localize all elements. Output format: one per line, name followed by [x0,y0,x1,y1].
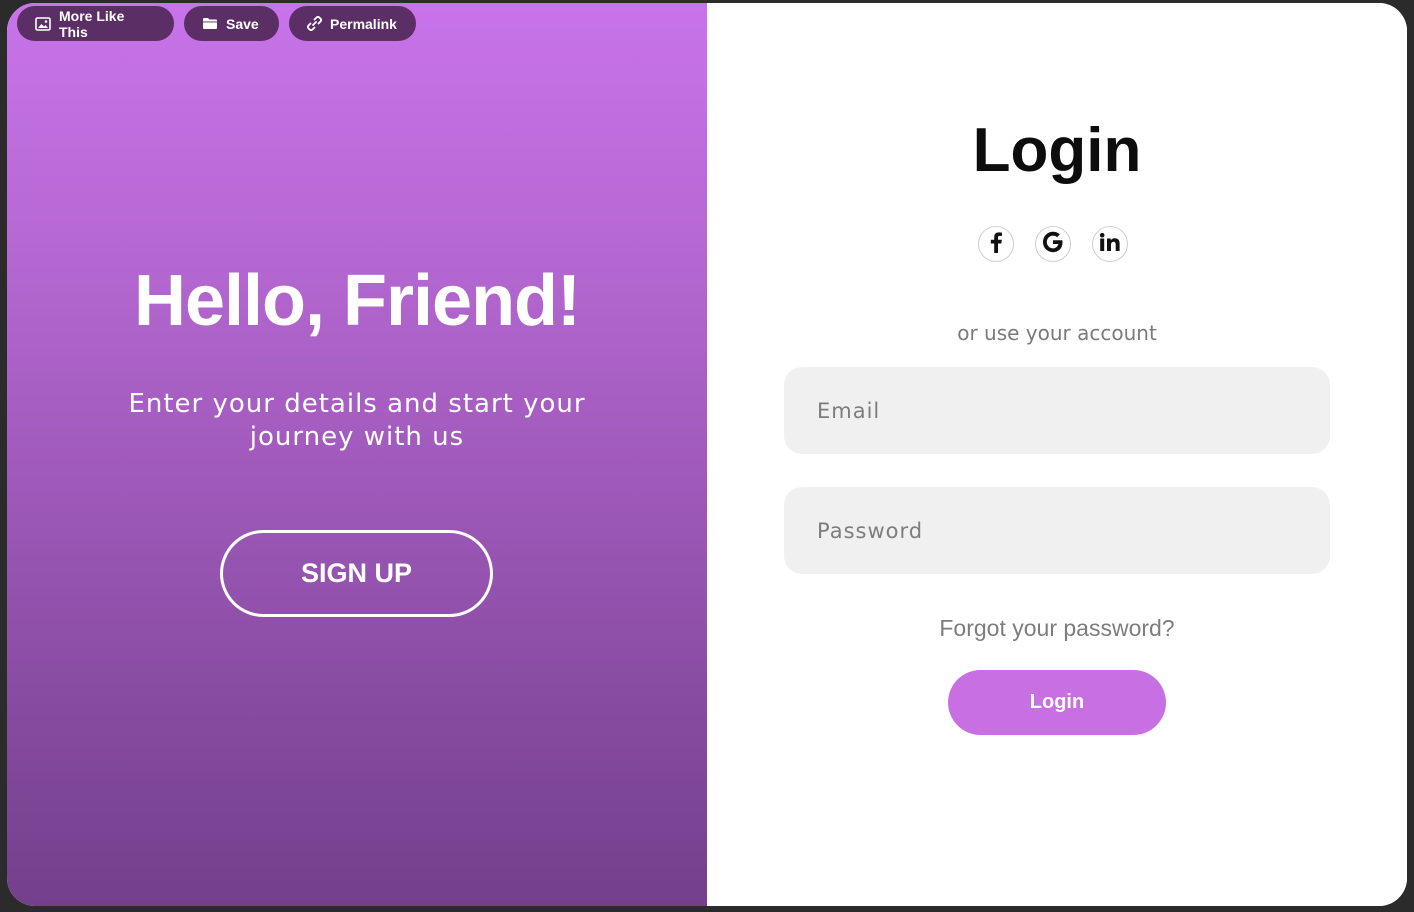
more-like-this-button[interactable]: More Like This [17,6,174,41]
social-login-row [978,226,1138,266]
linkedin-icon [1099,232,1121,257]
google-login-button[interactable] [1035,226,1071,262]
facebook-login-button[interactable] [978,226,1014,262]
link-icon [307,16,322,31]
save-label: Save [226,15,259,32]
facebook-icon [989,231,1003,258]
email-field[interactable] [784,367,1330,454]
image-icon [35,16,51,31]
password-field[interactable] [784,487,1330,574]
login-panel: Login or use your account Email Forgot y… [707,3,1407,906]
folder-icon [202,17,218,30]
welcome-title: Hello, Friend! [133,261,581,341]
google-icon [1041,230,1065,259]
permalink-label: Permalink [330,15,397,32]
welcome-subtitle: Enter your details and start your journe… [128,389,586,452]
more-like-this-label: More Like This [59,7,125,40]
login-button[interactable]: Login [948,670,1166,735]
save-button[interactable]: Save [184,6,279,41]
divider-text: or use your account [957,321,1157,345]
permalink-button[interactable]: Permalink [289,6,416,41]
linkedin-login-button[interactable] [1092,226,1128,262]
forgot-password-link[interactable]: Forgot your password? [707,615,1407,642]
login-card: More Like This Save Permalink Hello, Fri… [7,3,1407,906]
sign-up-button[interactable]: SIGN UP [220,530,493,617]
welcome-panel: More Like This Save Permalink Hello, Fri… [7,3,707,906]
login-title: Login [972,116,1142,185]
